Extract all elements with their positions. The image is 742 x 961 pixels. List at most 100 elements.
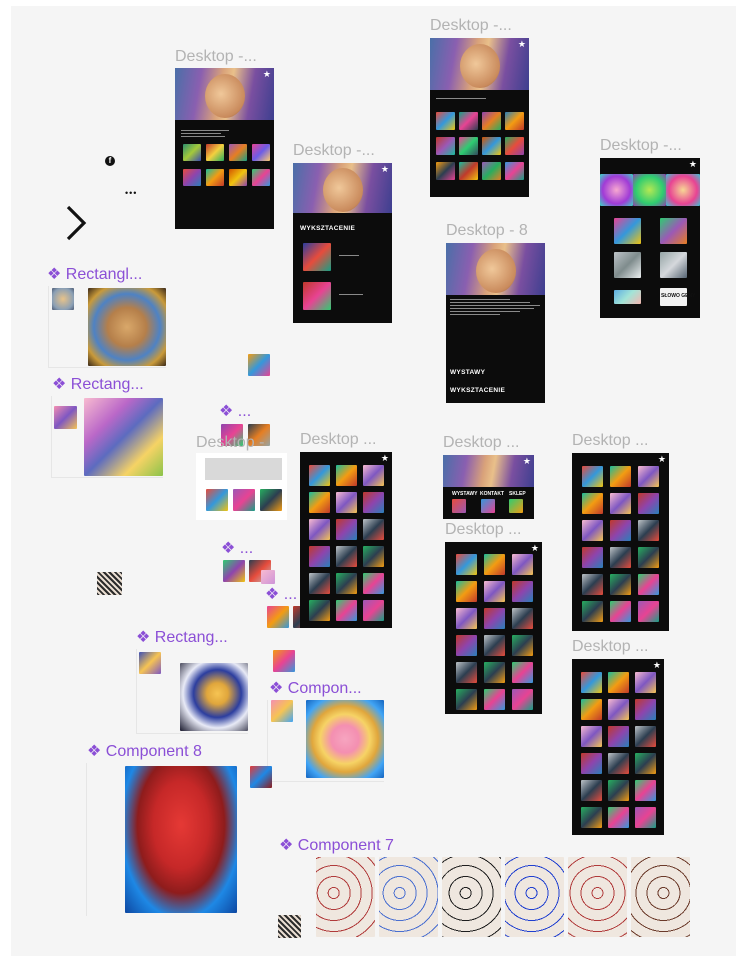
gallery-thumb[interactable] bbox=[484, 662, 505, 683]
frame-label-desktop-grid-mid[interactable]: Desktop ... bbox=[445, 521, 521, 539]
gallery-thumb[interactable] bbox=[582, 520, 603, 541]
gallery-thumb[interactable] bbox=[608, 780, 629, 801]
gallery-thumb[interactable] bbox=[206, 489, 228, 511]
gallery-thumb[interactable] bbox=[484, 608, 505, 629]
gallery-thumb[interactable] bbox=[459, 112, 478, 130]
gallery-thumb[interactable] bbox=[505, 137, 524, 155]
star-icon[interactable]: ★ bbox=[518, 40, 526, 49]
component-label-rect-2[interactable]: ❖ Rectang... bbox=[52, 374, 144, 394]
gallery-thumb[interactable] bbox=[252, 169, 270, 186]
gallery-thumb[interactable] bbox=[481, 499, 495, 513]
gallery-thumb[interactable] bbox=[229, 169, 247, 186]
component-label-component-7[interactable]: ❖ Component 7 bbox=[279, 835, 394, 855]
gallery-thumb[interactable] bbox=[638, 520, 659, 541]
line-drawing-thumb[interactable] bbox=[316, 857, 375, 937]
nav-link-kontakt[interactable]: KONTAKT bbox=[480, 491, 504, 497]
nav-link-wystawy[interactable]: WYSTAWY bbox=[452, 491, 477, 497]
gallery-thumb[interactable] bbox=[512, 581, 533, 602]
component-frame-rect-3[interactable] bbox=[136, 649, 248, 734]
chevron-right-icon[interactable] bbox=[65, 204, 87, 242]
gallery-thumb[interactable] bbox=[614, 218, 641, 244]
gallery-thumb[interactable] bbox=[614, 252, 641, 278]
portrait-artwork[interactable] bbox=[180, 663, 248, 731]
star-icon[interactable]: ★ bbox=[689, 160, 697, 169]
gallery-thumb[interactable] bbox=[336, 600, 357, 621]
gallery-thumb[interactable] bbox=[638, 547, 659, 568]
component-label-group-2[interactable]: ❖ ... bbox=[221, 538, 253, 558]
gallery-thumb[interactable] bbox=[459, 137, 478, 155]
gallery-thumb[interactable] bbox=[582, 574, 603, 595]
floating-thumb[interactable] bbox=[273, 650, 295, 672]
star-icon[interactable]: ★ bbox=[263, 70, 271, 79]
gallery-thumb[interactable] bbox=[638, 493, 659, 514]
gallery-thumb[interactable] bbox=[456, 608, 477, 629]
portrait-artwork-small[interactable] bbox=[139, 652, 161, 674]
gallery-thumb[interactable] bbox=[456, 635, 477, 656]
face-artwork-small[interactable] bbox=[54, 406, 77, 429]
star-icon[interactable]: ★ bbox=[523, 457, 531, 466]
gallery-thumb[interactable] bbox=[336, 573, 357, 594]
gallery-thumb[interactable] bbox=[484, 554, 505, 575]
gallery-thumb[interactable] bbox=[183, 144, 201, 161]
gallery-thumb[interactable] bbox=[456, 662, 477, 683]
gallery-thumb[interactable] bbox=[582, 466, 603, 487]
component-label-rect-1[interactable]: ❖ Rectangl... bbox=[47, 264, 142, 284]
desktop-frame-a[interactable]: ★ bbox=[175, 68, 274, 229]
gallery-thumb[interactable] bbox=[309, 492, 330, 513]
gallery-thumb[interactable] bbox=[614, 290, 641, 304]
gallery-thumb[interactable] bbox=[363, 600, 384, 621]
gallery-thumb[interactable] bbox=[363, 465, 384, 486]
gallery-thumb[interactable] bbox=[581, 780, 602, 801]
star-icon[interactable]: ★ bbox=[531, 544, 539, 553]
desktop-frame-b[interactable]: ★ WYKSZTACENIE bbox=[293, 163, 392, 323]
gallery-thumb[interactable] bbox=[252, 144, 270, 161]
facebook-icon[interactable]: f bbox=[105, 156, 115, 166]
component-frame-rect-1[interactable] bbox=[48, 286, 166, 368]
gallery-thumb[interactable] bbox=[509, 499, 523, 513]
gallery-thumb[interactable] bbox=[635, 780, 656, 801]
gallery-thumb[interactable] bbox=[484, 635, 505, 656]
gallery-thumb[interactable] bbox=[505, 162, 524, 180]
frame-label-desktop-small[interactable]: Desktop - bbox=[196, 434, 264, 452]
gallery-thumb[interactable] bbox=[309, 546, 330, 567]
poster-thumb[interactable]: SŁOWO GENY bbox=[660, 288, 695, 306]
gallery-thumb[interactable] bbox=[582, 493, 603, 514]
gallery-thumb[interactable] bbox=[456, 554, 477, 575]
desktop-frame-grid-right-bottom[interactable]: ★ bbox=[572, 659, 664, 835]
gallery-thumb[interactable] bbox=[452, 499, 466, 513]
frame-label-desktop-b[interactable]: Desktop -... bbox=[293, 142, 375, 160]
gallery-thumb[interactable] bbox=[309, 573, 330, 594]
gallery-thumb[interactable] bbox=[638, 601, 659, 622]
component-label-group-1[interactable]: ❖ ... bbox=[219, 401, 251, 421]
desktop-frame-d[interactable]: ★ SŁOWO GENY bbox=[600, 158, 700, 318]
gallery-thumb[interactable] bbox=[309, 465, 330, 486]
elephant-artwork-small[interactable] bbox=[250, 766, 272, 788]
floating-thumb[interactable] bbox=[248, 354, 270, 376]
component-label-rect-3[interactable]: ❖ Rectang... bbox=[136, 627, 228, 647]
component-frame-component-8[interactable] bbox=[86, 763, 276, 916]
gallery-thumb[interactable] bbox=[582, 547, 603, 568]
frame-label-desktop-d[interactable]: Desktop -... bbox=[600, 137, 682, 155]
sun-artwork[interactable] bbox=[306, 700, 384, 778]
desktop-frame-grid-left[interactable]: ★ bbox=[300, 452, 392, 628]
gallery-thumb[interactable] bbox=[303, 243, 331, 271]
line-drawing-thumb[interactable] bbox=[379, 857, 438, 937]
component-label-component-8[interactable]: ❖ Component 8 bbox=[87, 741, 202, 761]
gallery-thumb[interactable] bbox=[229, 144, 247, 161]
gallery-thumb[interactable] bbox=[512, 608, 533, 629]
gallery-thumb[interactable] bbox=[482, 112, 501, 130]
gallery-thumb[interactable] bbox=[456, 581, 477, 602]
desktop-frame-grid-mid[interactable]: ★ bbox=[445, 542, 542, 714]
gallery-thumb[interactable] bbox=[206, 144, 224, 161]
gallery-thumb[interactable] bbox=[456, 689, 477, 710]
desktop-frame-c[interactable]: ★ bbox=[430, 38, 529, 197]
gallery-thumb[interactable] bbox=[482, 162, 501, 180]
gallery-thumb[interactable] bbox=[303, 282, 331, 310]
gallery-thumb[interactable] bbox=[635, 753, 656, 774]
frame-label-desktop-8[interactable]: Desktop - 8 bbox=[446, 222, 528, 240]
star-icon[interactable]: ★ bbox=[381, 165, 389, 174]
gallery-thumb[interactable] bbox=[610, 493, 631, 514]
gallery-thumb[interactable] bbox=[336, 519, 357, 540]
gallery-thumb[interactable] bbox=[183, 169, 201, 186]
more-dots-icon[interactable]: ••• bbox=[125, 188, 137, 198]
